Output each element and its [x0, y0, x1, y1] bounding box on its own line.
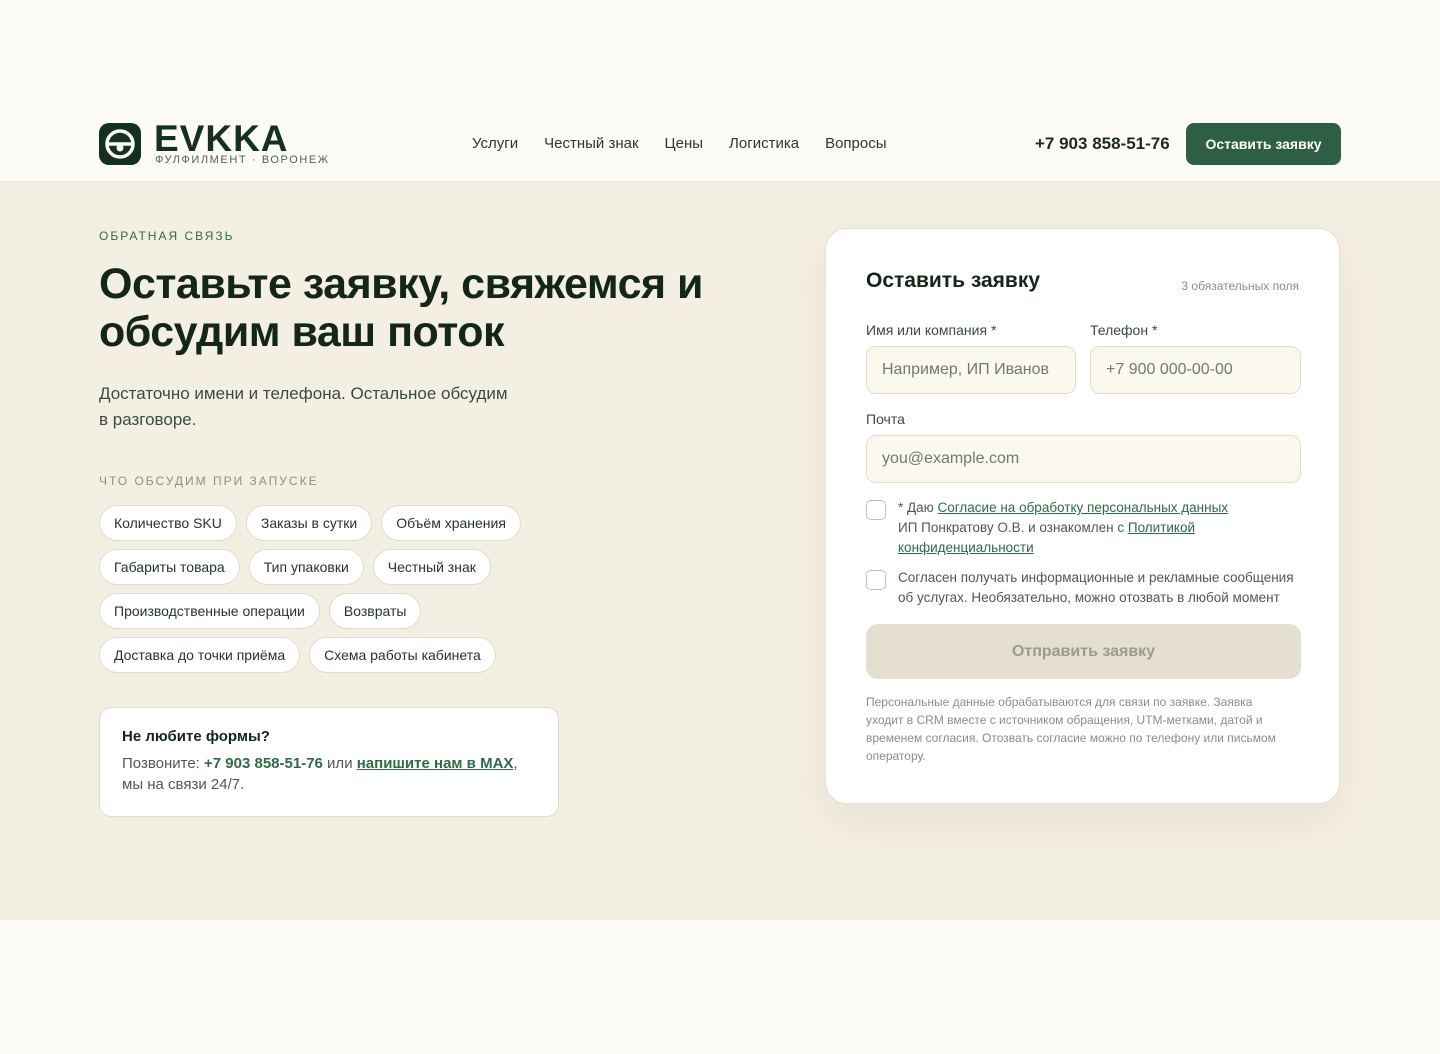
no-forms-text: Позвоните: +7 903 858-51-76 или напишите… [122, 753, 536, 795]
site-header: EVKKA ФУЛФИЛМЕНТ · ВОРОНЕЖ Услуги Честны… [0, 100, 1440, 182]
no-forms-phone-link[interactable]: +7 903 858-51-76 [204, 755, 323, 772]
logo-wordmark: EVKKA [154, 118, 289, 159]
marketing-text: Согласен получать информационные и рекла… [898, 570, 1294, 605]
email-label: Почта [866, 411, 905, 427]
contact-section: ОБРАТНАЯ СВЯЗЬ Оставьте заявку, свяжемся… [0, 182, 1440, 920]
consent-text: * Даю Согласие на обработку персональных… [898, 498, 1303, 558]
logo[interactable]: EVKKA ФУЛФИЛМЕНТ · ВОРОНЕЖ [99, 118, 330, 166]
request-form-card: Оставить заявку 3 обязательных поля Имя … [825, 228, 1340, 804]
chip-cabinet-scheme: Схема работы кабинета [309, 637, 496, 673]
no-forms-middle: или [322, 755, 357, 772]
consent-prefix: * Даю [898, 500, 938, 515]
marketing-checkbox[interactable] [866, 570, 886, 590]
chip-honest-mark: Честный знак [372, 549, 491, 585]
no-forms-availability: мы на связи 24/7. [122, 776, 245, 793]
nav-item-faq[interactable]: Вопросы [825, 135, 886, 152]
main-nav: Услуги Честный знак Цены Логистика Вопро… [472, 135, 887, 152]
consent-link[interactable]: Согласие на обработку персональных данны… [938, 500, 1229, 515]
section-eyebrow: ОБРАТНАЯ СВЯЗЬ [99, 229, 235, 243]
no-forms-comma: , [513, 755, 518, 772]
page-subtitle: Достаточно имени и телефона. Остальное о… [99, 384, 508, 429]
chip-production-ops: Производственные операции [99, 593, 320, 629]
chip-dimensions: Габариты товара [99, 549, 240, 585]
no-forms-box: Не любите формы? Позвоните: +7 903 858-5… [99, 707, 559, 817]
chip-delivery: Доставка до точки приёма [99, 637, 301, 673]
name-input[interactable] [866, 346, 1076, 394]
header-cta-button[interactable]: Оставить заявку [1186, 123, 1341, 165]
submit-button[interactable]: Отправить заявку [866, 624, 1301, 679]
max-messenger-link[interactable]: напишите нам в MAX [357, 755, 514, 772]
logo-icon [99, 123, 141, 165]
chip-orders-per-day: Заказы в сутки [245, 505, 373, 541]
nav-item-logistics[interactable]: Логистика [729, 135, 799, 152]
chips-label: ЧТО ОБСУДИМ ПРИ ЗАПУСКЕ [99, 474, 319, 488]
required-note: 3 обязательных поля [1181, 279, 1299, 293]
chip-packaging: Тип упаковки [248, 549, 364, 585]
phone-label: Телефон * [1090, 322, 1158, 338]
privacy-disclaimer: Персональные данные обрабатываются для с… [866, 695, 1276, 763]
phone-input[interactable] [1090, 346, 1301, 394]
nav-item-prices[interactable]: Цены [665, 135, 704, 152]
consent-checkbox[interactable] [866, 500, 886, 520]
nav-item-honest-mark[interactable]: Честный знак [544, 135, 638, 152]
header-phone-link[interactable]: +7 903 858-51-76 [1035, 134, 1170, 154]
chip-sku-count: Количество SKU [99, 505, 237, 541]
consent-middle: ИП Понкратову О.В. и ознакомлен с [898, 520, 1128, 535]
chip-returns: Возвраты [328, 593, 422, 629]
name-label: Имя или компания * [866, 322, 997, 338]
nav-item-services[interactable]: Услуги [472, 135, 518, 152]
logo-tagline: ФУЛФИЛМЕНТ · ВОРОНЕЖ [155, 154, 330, 166]
form-title: Оставить заявку [866, 269, 1041, 292]
topic-chips: Количество SKU Заказы в сутки Объём хран… [99, 505, 579, 681]
no-forms-prefix: Позвоните: [122, 755, 205, 772]
page-title: Оставьте заявку, свяжемся и обсудим ваш … [99, 260, 703, 356]
chip-storage-volume: Объём хранения [381, 505, 521, 541]
email-input[interactable] [866, 435, 1301, 483]
no-forms-title: Не любите формы? [122, 728, 270, 745]
